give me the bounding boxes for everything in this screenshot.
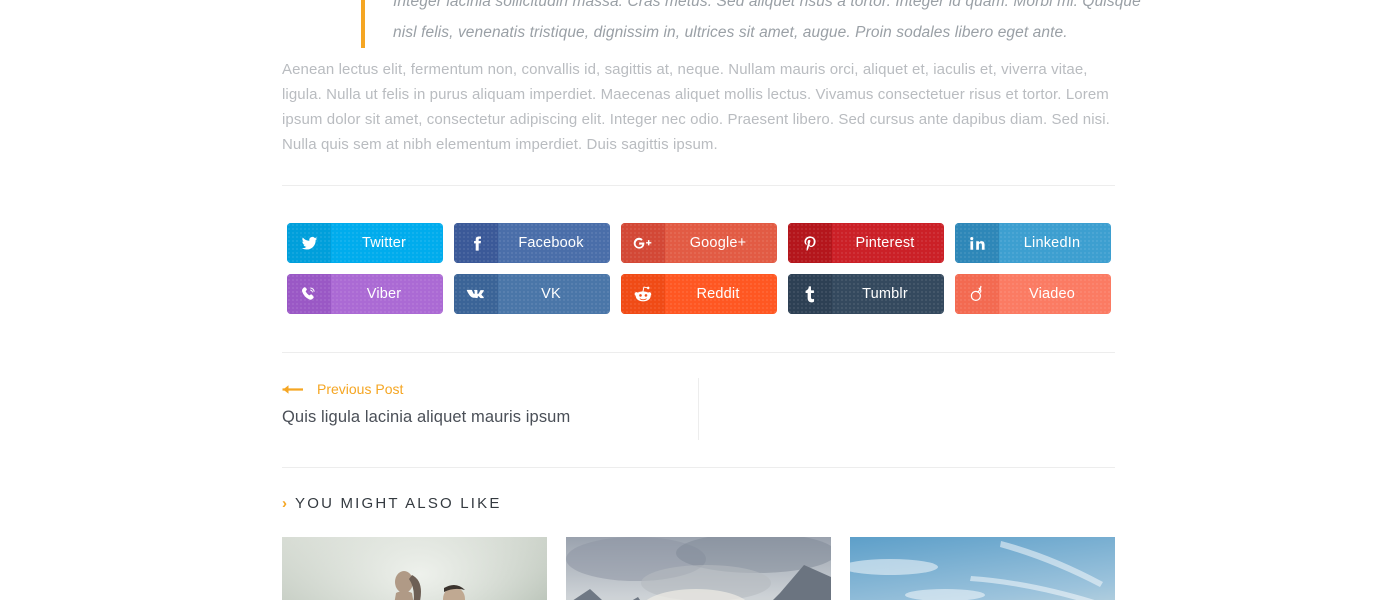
thumb-blue-sky[interactable] <box>850 537 1115 600</box>
googleplus-icon <box>621 223 665 263</box>
share-button-reddit[interactable]: Reddit <box>621 274 777 314</box>
vk-icon <box>454 274 498 314</box>
share-button-label-facebook: Facebook <box>518 235 584 251</box>
share-button-tumblr[interactable]: Tumblr <box>788 274 944 314</box>
share-button-label-viadeo: Viadeo <box>1028 286 1076 302</box>
share-button-pinterest[interactable]: Pinterest <box>788 223 944 263</box>
related-thumbnails <box>282 537 1115 600</box>
reddit-icon <box>621 274 665 314</box>
share-button-label-vk: VK <box>541 286 561 302</box>
share-button-googleplus[interactable]: Google+ <box>621 223 777 263</box>
share-button-viber[interactable]: Viber <box>287 274 443 314</box>
share-button-label-viber: Viber <box>366 286 402 302</box>
share-button-vk[interactable]: VK <box>454 274 610 314</box>
share-button-linkedin[interactable]: LinkedIn <box>955 223 1111 263</box>
post-navigation: Previous Post Quis ligula lacinia alique… <box>282 378 1115 440</box>
viadeo-icon <box>955 274 999 314</box>
facebook-icon <box>454 223 498 263</box>
viber-icon <box>287 274 331 314</box>
tumblr-icon <box>788 274 832 314</box>
divider-above-share <box>282 185 1115 186</box>
thumb-blue-sky-image <box>850 537 1115 600</box>
arrow-left-icon <box>282 384 304 395</box>
share-button-label-twitter: Twitter <box>361 235 407 251</box>
pullquote: Integer lacinia sollicitudin massa. Cras… <box>361 0 1155 48</box>
thumb-couple-on-boat-image <box>282 537 547 600</box>
body-paragraph: Aenean lectus elit, fermentum non, conva… <box>282 61 1110 153</box>
previous-post-column[interactable]: Previous Post Quis ligula lacinia alique… <box>282 378 698 440</box>
thumb-mountain-valley[interactable] <box>566 537 831 600</box>
share-button-facebook[interactable]: Facebook <box>454 223 610 263</box>
thumb-couple-on-boat[interactable] <box>282 537 547 600</box>
share-button-twitter[interactable]: Twitter <box>287 223 443 263</box>
divider-above-postnav <box>282 352 1115 353</box>
share-button-label-tumblr: Tumblr <box>862 286 908 302</box>
linkedin-icon <box>955 223 999 263</box>
previous-post-meta: Previous Post <box>282 378 698 400</box>
pullquote-text: Integer lacinia sollicitudin massa. Cras… <box>393 0 1141 41</box>
share-button-label-pinterest: Pinterest <box>855 235 915 251</box>
previous-post-title[interactable]: Quis ligula lacinia aliquet mauris ipsum <box>282 408 698 427</box>
share-button-label-reddit: Reddit <box>696 286 740 302</box>
next-post-column <box>698 378 1114 440</box>
share-button-viadeo[interactable]: Viadeo <box>955 274 1111 314</box>
pinterest-icon <box>788 223 832 263</box>
related-heading-label: You Might Also Like <box>295 495 502 512</box>
divider-above-related <box>282 467 1115 468</box>
share-buttons: Twitter Facebook Google+ Pinterest LinkedIn V… <box>287 223 1115 314</box>
share-button-label-googleplus: Google+ <box>689 235 747 251</box>
previous-post-label[interactable]: Previous Post <box>317 381 403 397</box>
chevron-right-icon: › <box>282 495 287 512</box>
post-footer-page: Integer lacinia sollicitudin massa. Cras… <box>0 0 1400 600</box>
twitter-icon <box>287 223 331 263</box>
related-heading: › You Might Also Like <box>282 495 502 512</box>
thumb-mountain-valley-image <box>566 537 831 600</box>
share-button-label-linkedin: LinkedIn <box>1023 235 1081 251</box>
